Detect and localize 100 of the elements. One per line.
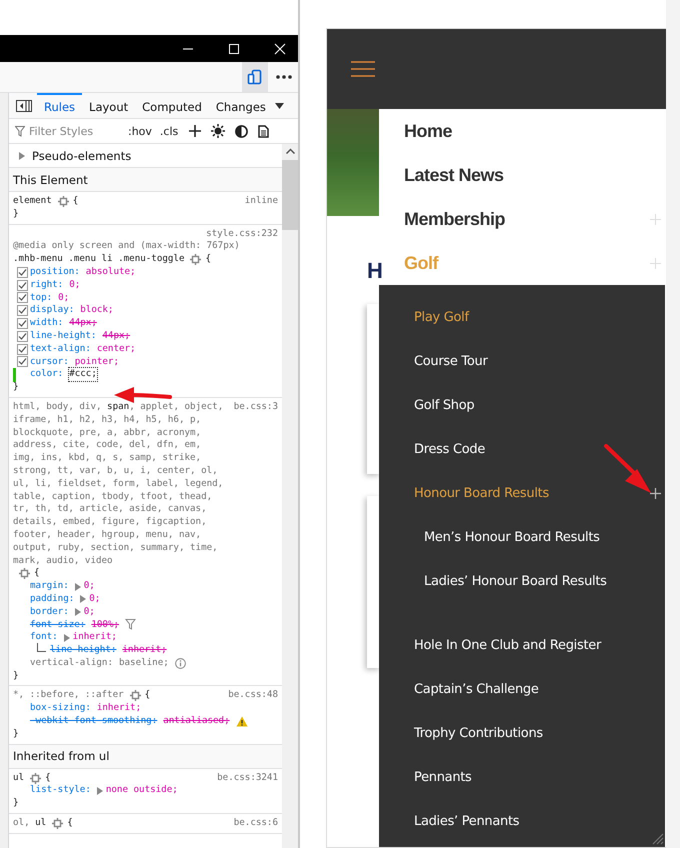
declaration-checkbox[interactable] — [17, 266, 28, 278]
expand-triangle-icon[interactable] — [96, 786, 103, 795]
css-property[interactable]: margin: — [30, 580, 69, 593]
css-property[interactable]: -webkit-font-smoothing: — [30, 715, 158, 728]
source-link[interactable]: inline — [244, 195, 278, 208]
source-link[interactable]: be.css:48 — [228, 689, 278, 702]
css-value[interactable]: inherit; — [96, 702, 142, 716]
expand-triangle-icon[interactable] — [74, 582, 81, 590]
css-property[interactable]: right: — [30, 278, 64, 292]
css-value[interactable]: #ccc; — [69, 368, 97, 382]
expand-triangle-icon[interactable] — [64, 634, 70, 642]
css-value[interactable]: 44px; — [69, 317, 97, 330]
submenu-item[interactable]: Captain’s Challenge — [414, 682, 539, 696]
css-value[interactable]: none outside; — [106, 784, 178, 798]
declaration-checkbox[interactable] — [17, 305, 28, 316]
css-value[interactable]: center; — [96, 342, 136, 356]
crosshair-icon[interactable] — [58, 196, 69, 207]
css-property[interactable]: font-size: — [30, 618, 86, 632]
css-value[interactable]: absolute; — [86, 266, 136, 279]
scrollbar-thumb[interactable] — [282, 160, 298, 230]
panel-tab[interactable]: Rules — [37, 93, 82, 118]
pseudo-elements-label[interactable]: Pseudo-elements — [32, 148, 132, 162]
css-property[interactable]: width: — [30, 317, 64, 330]
light-scheme-icon[interactable] — [211, 124, 226, 138]
css-property[interactable]: line height: — [50, 644, 116, 657]
css-property[interactable]: display: — [30, 304, 74, 318]
declaration-checkbox[interactable] — [17, 330, 28, 342]
info-icon[interactable] — [174, 658, 186, 669]
css-value[interactable]: 0; — [84, 606, 95, 618]
scroll-up-icon[interactable] — [286, 148, 294, 154]
css-value[interactable]: baseline; — [118, 656, 169, 670]
pseudo-class-toggle[interactable]: :hov — [127, 124, 153, 138]
expand-triangle-icon[interactable] — [19, 152, 26, 160]
submenu-item[interactable]: Hole In One Club and Register — [414, 638, 602, 652]
filter-icon[interactable] — [125, 619, 136, 630]
expand-triangle-icon[interactable] — [74, 608, 81, 616]
css-property[interactable]: vertical-align: — [30, 656, 113, 670]
css-value[interactable]: 100%; — [91, 618, 119, 632]
menu-item[interactable]: Latest News — [404, 164, 504, 186]
css-property[interactable]: text-align: — [30, 342, 91, 356]
menu-item[interactable]: Membership — [404, 208, 506, 230]
declaration-checkbox[interactable] — [17, 280, 28, 291]
scrollbar[interactable] — [282, 144, 298, 848]
css-value[interactable]: 0; — [58, 292, 70, 304]
crosshair-icon[interactable] — [130, 690, 141, 702]
css-value[interactable]: inherit; — [122, 644, 167, 657]
filter-styles-field[interactable]: Filter Styles — [15, 124, 121, 138]
css-property[interactable]: line-height: — [30, 330, 96, 343]
css-value[interactable]: 0; — [89, 592, 100, 606]
menu-item[interactable]: Home — [404, 120, 452, 142]
css-value[interactable]: 44px; — [102, 330, 130, 343]
css-value[interactable]: 0; — [84, 580, 95, 593]
responsive-design-button[interactable] — [242, 62, 268, 92]
css-value[interactable]: 0; — [69, 278, 80, 292]
submenu-item[interactable]: Trophy Contributions — [414, 726, 543, 740]
crosshair-icon[interactable] — [52, 818, 64, 829]
devices-icon[interactable] — [247, 69, 263, 85]
css-value[interactable]: block; — [80, 304, 114, 318]
submenu-item[interactable]: Honour Board Results — [414, 486, 549, 500]
css-property[interactable]: font: — [30, 631, 58, 644]
css-value[interactable]: pointer; — [74, 356, 119, 368]
submenu-item[interactable]: Course Tour — [414, 354, 488, 368]
expand-triangle-icon[interactable] — [80, 595, 86, 604]
pseudo-class-toggle[interactable]: .cls — [158, 124, 180, 138]
plus-icon[interactable] — [650, 488, 661, 498]
warning-icon[interactable] — [236, 716, 248, 727]
declaration-checkbox[interactable] — [17, 292, 28, 304]
declaration-checkbox[interactable] — [17, 318, 28, 330]
panel-tab[interactable]: Changes — [208, 93, 273, 118]
close-icon[interactable] — [274, 42, 286, 54]
submenu-item[interactable]: Ladies’ Honour Board Results — [424, 574, 607, 588]
document-icon[interactable] — [258, 124, 270, 138]
submenu-item[interactable]: Play Golf — [414, 310, 469, 324]
maximize-icon[interactable] — [228, 42, 240, 54]
source-link[interactable]: be.css:3 — [234, 400, 278, 414]
crosshair-icon[interactable] — [30, 772, 42, 784]
css-property[interactable]: color: — [30, 368, 64, 382]
source-link[interactable]: be.css:6 — [234, 817, 278, 830]
add-rule-icon[interactable] — [189, 125, 202, 137]
declaration-checkbox[interactable] — [17, 356, 28, 368]
submenu-item[interactable]: Dress Code — [414, 442, 486, 456]
hamburger-menu-icon[interactable] — [351, 61, 375, 77]
panel-tab[interactable]: Computed — [135, 93, 209, 118]
sidebar-toggle-icon[interactable] — [16, 100, 32, 112]
submenu-item[interactable]: Men’s Honour Board Results — [424, 530, 600, 544]
css-value[interactable]: antialiased; — [163, 715, 230, 728]
css-property[interactable]: padding: — [30, 592, 74, 606]
crosshair-icon[interactable] — [190, 254, 202, 266]
css-property[interactable]: box-sizing: — [30, 702, 91, 716]
css-value[interactable]: inherit; — [72, 631, 117, 644]
panel-tab[interactable]: Layout — [82, 93, 136, 118]
css-property[interactable]: border: — [30, 606, 69, 618]
css-property[interactable]: position: — [30, 266, 80, 279]
dropdown-caret-icon[interactable] — [274, 102, 284, 108]
source-link[interactable]: be.css:3241 — [217, 772, 278, 784]
crosshair-icon[interactable] — [19, 568, 30, 580]
submenu-item[interactable]: Golf Shop — [414, 398, 474, 412]
submenu-item[interactable]: Pennants — [414, 770, 472, 784]
more-options-icon[interactable] — [276, 75, 292, 79]
css-property[interactable]: cursor: — [30, 356, 69, 368]
